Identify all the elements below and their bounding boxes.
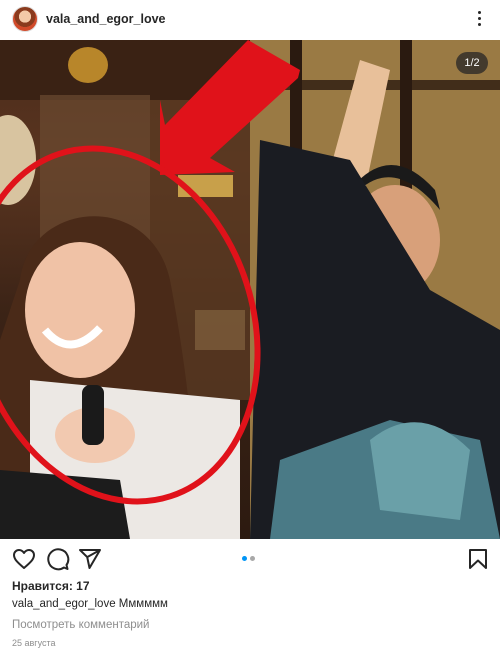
- likes-count[interactable]: Нравится: 17: [12, 579, 90, 593]
- carousel-dot: [250, 556, 255, 561]
- post-date: 25 августа: [12, 638, 56, 648]
- carousel-indicator: [242, 556, 262, 562]
- annotation-arrow: [160, 40, 300, 175]
- bookmark-icon[interactable]: [466, 547, 490, 571]
- share-icon[interactable]: [78, 547, 102, 571]
- annotation-overlay: [0, 40, 300, 505]
- comment-icon[interactable]: [46, 547, 70, 571]
- carousel-counter-badge: 1/2: [456, 52, 488, 74]
- action-bar: [0, 539, 500, 577]
- caption-text: Мммммм: [118, 598, 168, 610]
- post-header: vala_and_egor_love: [0, 0, 500, 40]
- more-options-icon[interactable]: [472, 8, 486, 30]
- caption-username[interactable]: vala_and_egor_love: [12, 598, 116, 610]
- post-media[interactable]: 1/2: [0, 40, 500, 539]
- avatar[interactable]: [12, 6, 38, 32]
- post-caption: vala_and_egor_love Мммммм: [12, 598, 168, 610]
- heart-icon[interactable]: [12, 547, 36, 571]
- annotation-circle: [0, 145, 261, 505]
- view-comments-link[interactable]: Посмотреть комментарий: [12, 619, 149, 631]
- carousel-dot-active: [242, 556, 247, 561]
- post-username[interactable]: vala_and_egor_love: [46, 12, 166, 26]
